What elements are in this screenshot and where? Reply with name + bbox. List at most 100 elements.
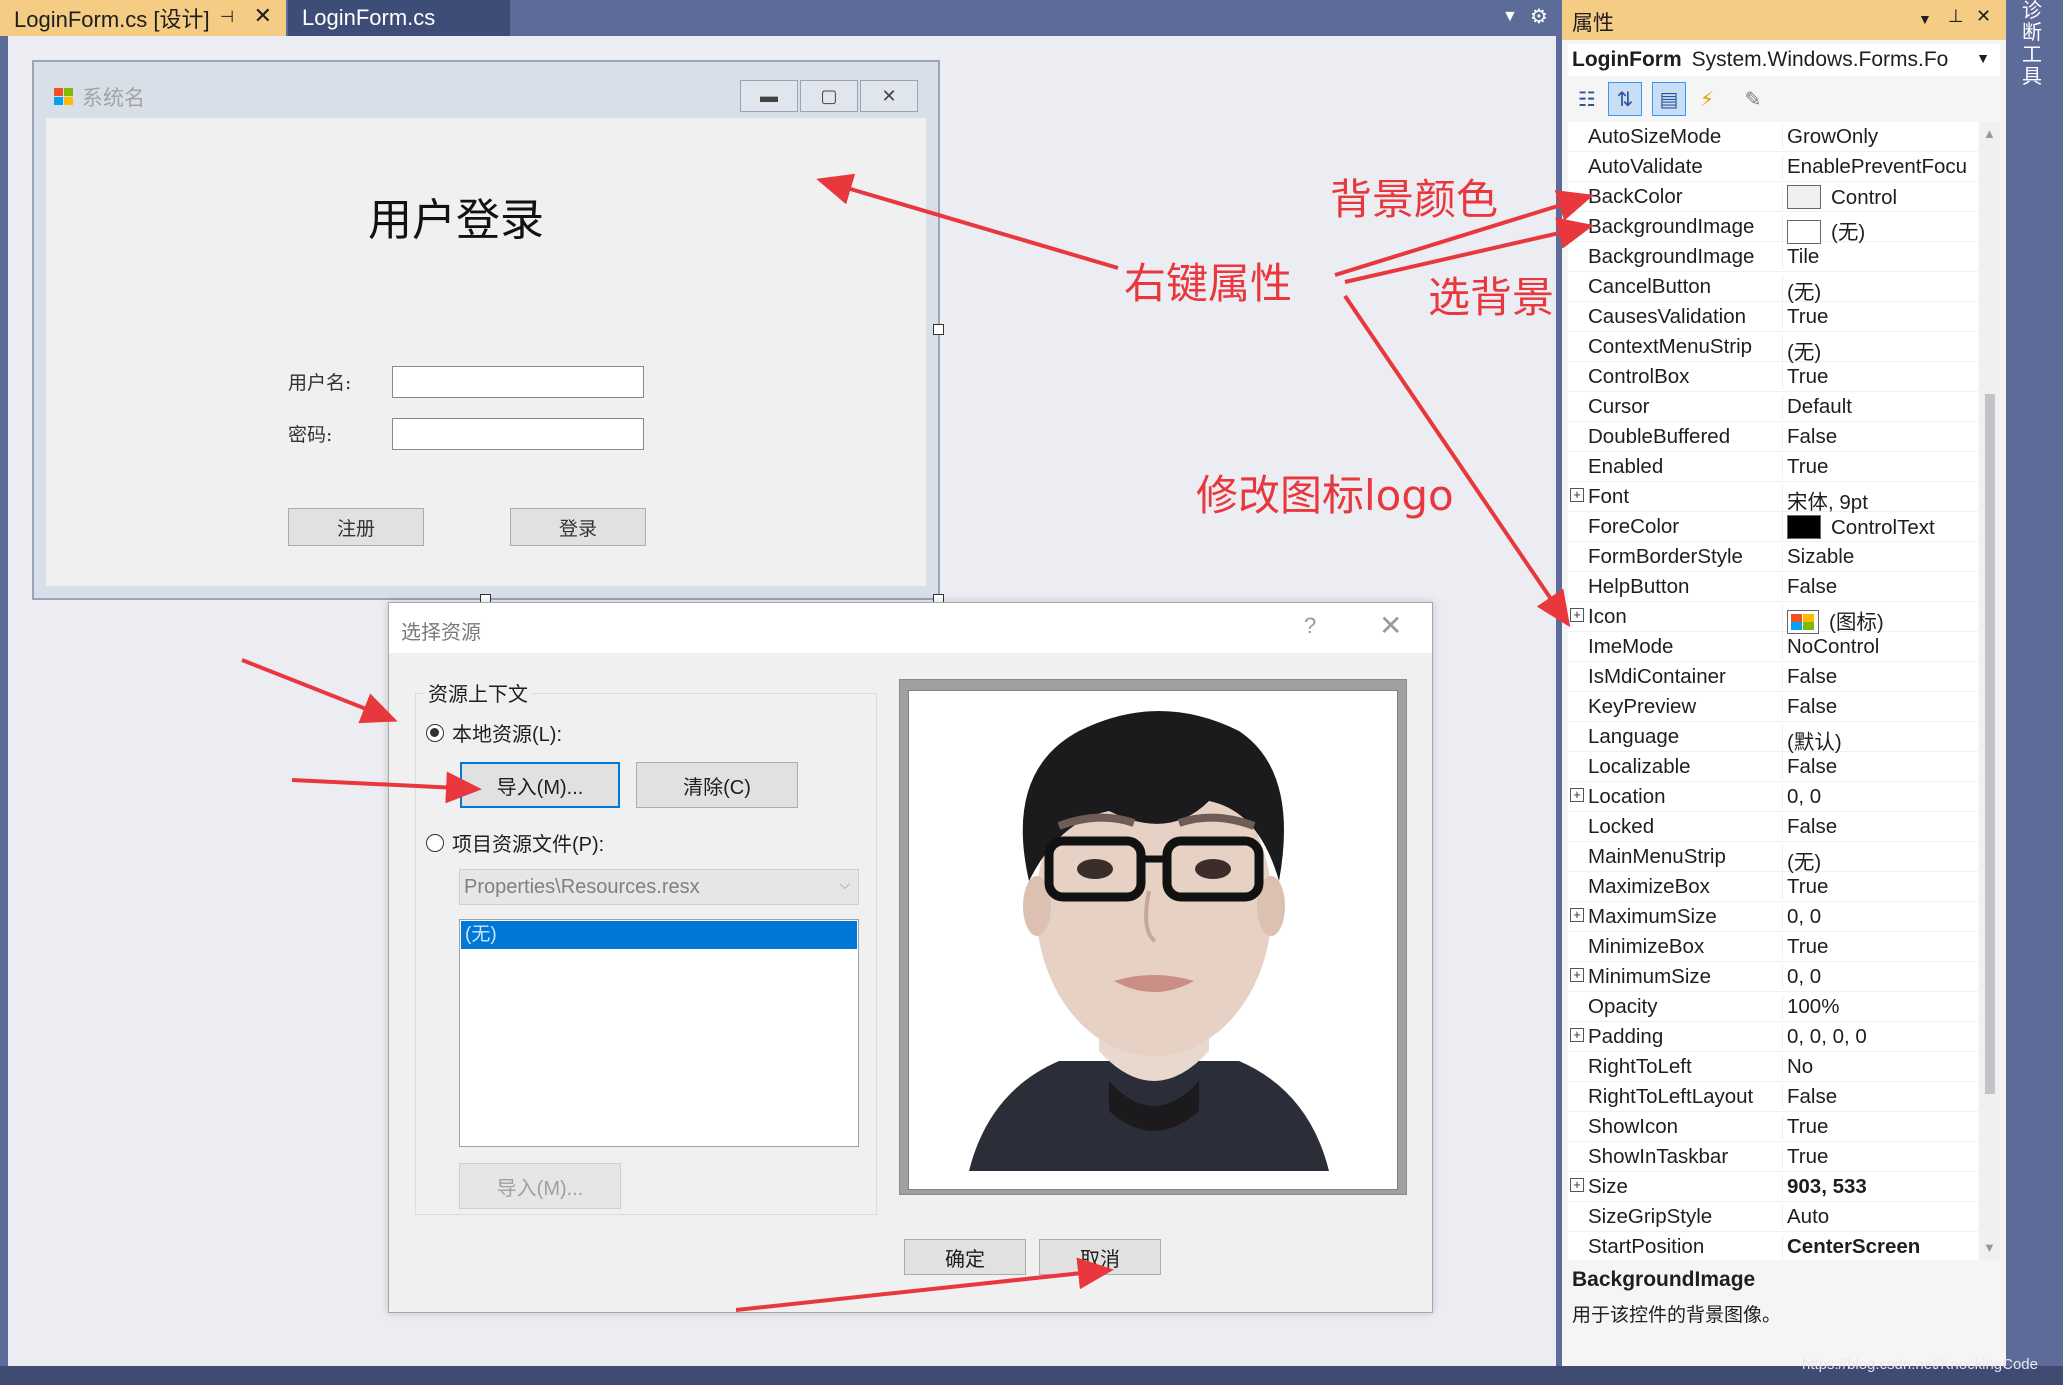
password-input[interactable] <box>392 418 644 450</box>
property-row[interactable]: + Location 0, 0 <box>1568 782 1978 812</box>
property-value[interactable]: (无) <box>1782 845 1976 875</box>
property-value[interactable]: False <box>1782 425 1976 449</box>
property-value[interactable]: (默认) <box>1782 725 1976 755</box>
expand-icon[interactable]: + <box>1570 1178 1584 1192</box>
property-value[interactable]: GrowOnly <box>1782 125 1976 149</box>
expand-icon[interactable]: + <box>1570 908 1584 922</box>
scroll-down-icon[interactable]: ▼ <box>1983 1240 1996 1255</box>
minimize-icon[interactable]: ▬ <box>740 80 798 112</box>
property-row[interactable]: KeyPreview False <box>1568 692 1978 722</box>
close-icon[interactable]: ✕ <box>860 80 918 112</box>
expand-icon[interactable]: + <box>1570 788 1584 802</box>
property-row[interactable]: Localizable False <box>1568 752 1978 782</box>
property-value[interactable]: False <box>1782 755 1976 779</box>
property-row[interactable]: + Padding 0, 0, 0, 0 <box>1568 1022 1978 1052</box>
property-row[interactable]: StartPosition CenterScreen <box>1568 1232 1978 1260</box>
cancel-button[interactable]: 取消 <box>1039 1239 1161 1275</box>
properties-icon[interactable]: ▤ <box>1652 82 1686 116</box>
property-row[interactable]: RightToLeft No <box>1568 1052 1978 1082</box>
property-row[interactable]: IsMdiContainer False <box>1568 662 1978 692</box>
property-row[interactable]: Language (默认) <box>1568 722 1978 755</box>
property-row[interactable]: ImeMode NoControl <box>1568 632 1978 662</box>
property-value[interactable]: Control <box>1782 185 1976 210</box>
property-row[interactable]: BackColor Control <box>1568 182 1978 212</box>
property-row[interactable]: + Icon (图标) <box>1568 602 1978 635</box>
scroll-up-icon[interactable]: ▲ <box>1983 126 1996 141</box>
property-value[interactable]: 宋体, 9pt <box>1782 485 1976 515</box>
property-row[interactable]: AutoSizeMode GrowOnly <box>1568 122 1978 152</box>
property-value[interactable]: 903, 533 <box>1782 1175 1976 1199</box>
pin-icon[interactable]: ⊥ <box>1948 6 1964 27</box>
property-row[interactable]: CausesValidation True <box>1568 302 1978 332</box>
property-value[interactable]: (图标) <box>1782 605 1976 635</box>
property-value[interactable]: 0, 0, 0, 0 <box>1782 1025 1976 1049</box>
property-value[interactable]: False <box>1782 815 1976 839</box>
resource-listbox[interactable]: (无) <box>459 919 859 1147</box>
property-value[interactable]: Auto <box>1782 1205 1976 1229</box>
maximize-icon[interactable]: ▢ <box>800 80 858 112</box>
property-row[interactable]: CancelButton (无) <box>1568 272 1978 305</box>
property-value[interactable]: False <box>1782 575 1976 599</box>
property-row[interactable]: + MinimumSize 0, 0 <box>1568 962 1978 992</box>
property-row[interactable]: MainMenuStrip (无) <box>1568 842 1978 875</box>
property-row[interactable]: BackgroundImage Tile <box>1568 242 1978 272</box>
property-row[interactable]: Opacity 100% <box>1568 992 1978 1022</box>
gear-icon[interactable]: ⚙ <box>1530 4 1548 29</box>
register-button[interactable]: 注册 <box>288 508 424 546</box>
property-value[interactable]: 0, 0 <box>1782 965 1976 989</box>
property-pages-icon[interactable]: ✎ <box>1736 82 1770 116</box>
property-value[interactable]: No <box>1782 1055 1976 1079</box>
property-value[interactable]: 0, 0 <box>1782 785 1976 809</box>
ok-button[interactable]: 确定 <box>904 1239 1026 1275</box>
property-value[interactable]: True <box>1782 365 1976 389</box>
property-value[interactable]: (无) <box>1782 275 1976 305</box>
expand-icon[interactable]: + <box>1570 608 1584 622</box>
property-value[interactable]: False <box>1782 695 1976 719</box>
property-value[interactable]: Tile <box>1782 245 1976 269</box>
property-row[interactable]: ControlBox True <box>1568 362 1978 392</box>
list-item-selected[interactable]: (无) <box>461 921 857 949</box>
property-row[interactable]: ShowIcon True <box>1568 1112 1978 1142</box>
events-icon[interactable]: ⚡ <box>1690 82 1724 116</box>
alphabetical-icon[interactable]: ⇅ <box>1608 82 1642 116</box>
categorized-icon[interactable]: ☷ <box>1570 82 1604 116</box>
property-row[interactable]: Cursor Default <box>1568 392 1978 422</box>
property-row[interactable]: ForeColor ControlText <box>1568 512 1978 542</box>
property-value[interactable]: True <box>1782 935 1976 959</box>
property-value[interactable]: True <box>1782 455 1976 479</box>
local-resource-radio[interactable]: 本地资源(L): <box>426 718 562 747</box>
close-icon[interactable]: ✕ <box>1379 609 1402 642</box>
pin-icon[interactable]: ⊣ <box>220 7 234 27</box>
tab-loginform-code[interactable]: LoginForm.cs <box>288 0 510 36</box>
property-row[interactable]: + Font 宋体, 9pt <box>1568 482 1978 515</box>
expand-icon[interactable]: + <box>1570 968 1584 982</box>
property-value[interactable]: (无) <box>1782 335 1976 365</box>
clear-button[interactable]: 清除(C) <box>636 762 798 808</box>
property-row[interactable]: FormBorderStyle Sizable <box>1568 542 1978 572</box>
property-row[interactable]: BackgroundImage (无) <box>1568 212 1978 245</box>
chevron-down-icon[interactable]: ▼ <box>1918 11 1932 27</box>
property-value[interactable]: NoControl <box>1782 635 1976 659</box>
property-row[interactable]: ShowInTaskbar True <box>1568 1142 1978 1172</box>
property-value[interactable]: False <box>1782 1085 1976 1109</box>
project-file-select[interactable]: Properties\Resources.resx ⌵ <box>459 869 859 905</box>
property-grid-scrollbar[interactable]: ▲ ▼ <box>1980 122 2000 1260</box>
property-value[interactable]: False <box>1782 665 1976 689</box>
resize-handle[interactable] <box>933 324 944 335</box>
object-selector[interactable]: LoginForm System.Windows.Forms.Fo ▼ <box>1568 44 2000 76</box>
tab-list-dropdown-icon[interactable]: ▼ <box>1502 8 1518 26</box>
property-row[interactable]: RightToLeftLayout False <box>1568 1082 1978 1112</box>
property-row[interactable]: Locked False <box>1568 812 1978 842</box>
property-row[interactable]: + Size 903, 533 <box>1568 1172 1978 1202</box>
property-row[interactable]: + MaximumSize 0, 0 <box>1568 902 1978 932</box>
help-button[interactable]: ? <box>1304 613 1316 639</box>
scroll-thumb[interactable] <box>1985 394 1995 1094</box>
property-value[interactable]: 0, 0 <box>1782 905 1976 929</box>
close-icon[interactable]: ✕ <box>1976 6 1991 27</box>
property-value[interactable]: EnablePreventFocu <box>1782 155 1976 179</box>
property-value[interactable]: True <box>1782 305 1976 329</box>
project-resource-radio[interactable]: 项目资源文件(P): <box>426 828 604 857</box>
close-icon[interactable]: ✕ <box>254 3 272 29</box>
property-value[interactable]: True <box>1782 1115 1976 1139</box>
username-input[interactable] <box>392 366 644 398</box>
